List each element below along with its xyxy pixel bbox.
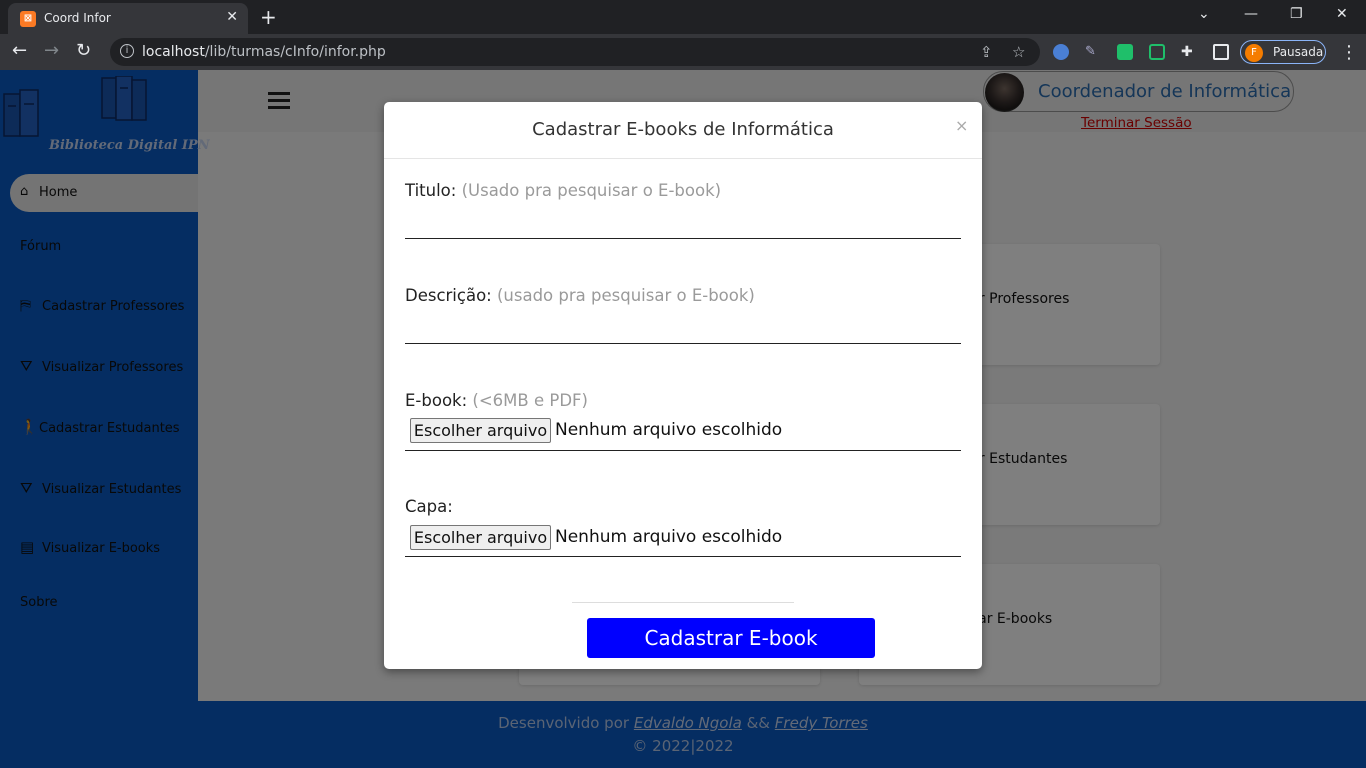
titulo-hint: (Usado pra pesquisar o E-book) bbox=[461, 181, 722, 200]
url-text: localhost/lib/turmas/cInfo/infor.php bbox=[142, 44, 386, 60]
modal-header: Cadastrar E-books de Informática × bbox=[384, 102, 982, 159]
address-bar[interactable]: i localhost/lib/turmas/cInfo/infor.php ⇪… bbox=[110, 38, 1040, 66]
download-extension-icon[interactable] bbox=[1053, 44, 1069, 60]
minimize-icon[interactable]: — bbox=[1244, 6, 1258, 22]
ebook-file-status: Nenhum arquivo escolhido bbox=[555, 420, 783, 440]
tab-search-icon[interactable]: ⌄ bbox=[1198, 6, 1210, 22]
screenshot-extension-icon[interactable] bbox=[1149, 44, 1165, 60]
tab-title: Coord Infor bbox=[44, 11, 111, 25]
capa-label: Capa: bbox=[405, 497, 453, 516]
sheet-extension-icon[interactable] bbox=[1117, 44, 1133, 60]
profile-button[interactable]: F Pausada bbox=[1240, 40, 1326, 64]
extensions-puzzle-icon[interactable]: ✚ bbox=[1181, 44, 1197, 60]
browser-tab[interactable]: ⊠ Coord Infor ✕ bbox=[8, 3, 248, 34]
ebook-field-underline bbox=[405, 450, 961, 451]
close-icon[interactable]: × bbox=[955, 116, 968, 135]
new-tab-icon[interactable]: + bbox=[260, 5, 277, 29]
ebook-file-button[interactable]: Escolher arquivo bbox=[410, 418, 551, 443]
descricao-hint: (usado pra pesquisar o E-book) bbox=[496, 286, 755, 305]
forward-icon[interactable]: → bbox=[44, 42, 59, 60]
browser-tabstrip: ⊠ Coord Infor ✕ + ⌄ — ❐ ✕ bbox=[0, 0, 1366, 34]
titulo-label: Titulo: (Usado pra pesquisar o E-book) bbox=[405, 181, 722, 200]
profile-status: Pausada bbox=[1273, 45, 1324, 59]
back-icon[interactable]: ← bbox=[12, 42, 27, 60]
titulo-input[interactable] bbox=[405, 238, 961, 239]
capa-file-button[interactable]: Escolher arquivo bbox=[410, 525, 551, 550]
share-icon[interactable]: ⇪ bbox=[980, 43, 993, 61]
bookmark-star-icon[interactable]: ☆ bbox=[1012, 43, 1025, 61]
ebook-label: E-book: (<6MB e PDF) bbox=[405, 391, 588, 410]
pen-extension-icon[interactable]: ✎ bbox=[1085, 44, 1101, 60]
site-info-icon[interactable]: i bbox=[120, 44, 134, 58]
browser-toolbar: ← → ↻ i localhost/lib/turmas/cInfo/infor… bbox=[0, 34, 1366, 70]
ebook-hint: (<6MB e PDF) bbox=[472, 391, 588, 410]
reload-icon[interactable]: ↻ bbox=[76, 42, 91, 60]
browser-menu-icon[interactable]: ⋮ bbox=[1340, 42, 1358, 63]
profile-avatar: F bbox=[1245, 44, 1263, 62]
side-panel-icon[interactable] bbox=[1213, 44, 1229, 60]
restore-icon[interactable]: ❐ bbox=[1290, 6, 1303, 22]
descricao-label: Descrição: (usado pra pesquisar o E-book… bbox=[405, 286, 755, 305]
xampp-favicon-icon: ⊠ bbox=[20, 11, 36, 27]
capa-file-status: Nenhum arquivo escolhido bbox=[555, 527, 783, 547]
capa-field-underline bbox=[405, 556, 961, 557]
window-close-icon[interactable]: ✕ bbox=[1336, 6, 1348, 22]
submit-ebook-button[interactable]: Cadastrar E-book bbox=[587, 618, 875, 658]
divider bbox=[572, 602, 794, 603]
tab-close-icon[interactable]: ✕ bbox=[226, 9, 238, 25]
ebook-upload-modal: Cadastrar E-books de Informática × Titul… bbox=[384, 102, 982, 669]
descricao-input[interactable] bbox=[405, 343, 961, 344]
modal-title: Cadastrar E-books de Informática bbox=[532, 119, 834, 140]
